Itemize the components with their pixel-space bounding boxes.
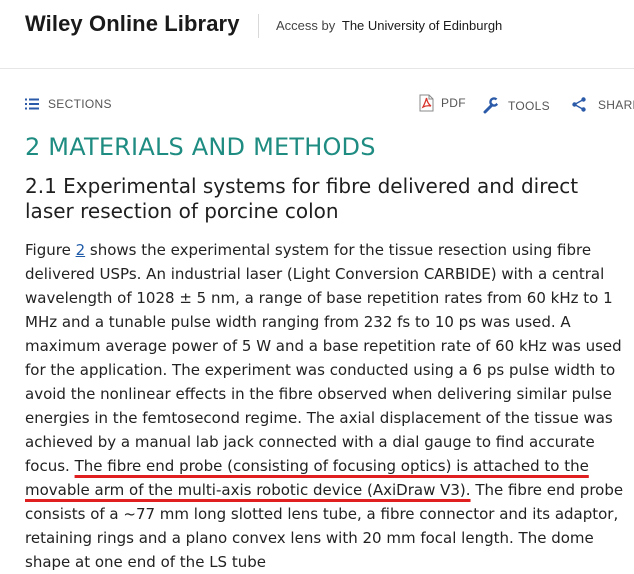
article-body: 2 MATERIALS AND METHODS 2.1 Experimental… xyxy=(25,128,629,574)
access-label: Access by xyxy=(276,18,336,33)
site-logo-text[interactable]: Wiley Online Library xyxy=(25,11,240,37)
pdf-icon xyxy=(419,94,434,112)
share-label: SHARE xyxy=(598,97,634,112)
tools-button[interactable]: TOOLS xyxy=(482,97,550,114)
access-institution: The University of Edinburgh xyxy=(341,18,503,33)
section-heading: 2 MATERIALS AND METHODS xyxy=(25,133,376,161)
pdf-label: PDF xyxy=(441,96,466,110)
institution-access: Access by The University of Edinburgh xyxy=(276,18,502,33)
share-icon xyxy=(572,97,586,112)
paragraph-text: shows the experimental system for the ti… xyxy=(25,241,622,475)
list-icon xyxy=(25,98,39,110)
article-toolbar: SECTIONS PDF TOOLS SHAR xyxy=(0,92,634,120)
tools-label: TOOLS xyxy=(508,98,550,113)
wrench-icon xyxy=(482,97,499,114)
sections-button[interactable]: SECTIONS xyxy=(25,97,112,111)
figure-2-link[interactable]: 2 xyxy=(76,241,86,259)
sections-label: SECTIONS xyxy=(48,97,112,111)
pdf-button[interactable]: PDF xyxy=(419,94,466,112)
share-button[interactable]: SHARE xyxy=(572,97,634,112)
site-header: Wiley Online Library Access by The Unive… xyxy=(0,0,634,69)
subsection-heading: 2.1 Experimental systems for fibre deliv… xyxy=(25,174,579,223)
header-divider xyxy=(258,14,259,38)
body-paragraph: Figure 2 shows the experimental system f… xyxy=(25,238,629,574)
figure-word: Figure xyxy=(25,241,76,259)
